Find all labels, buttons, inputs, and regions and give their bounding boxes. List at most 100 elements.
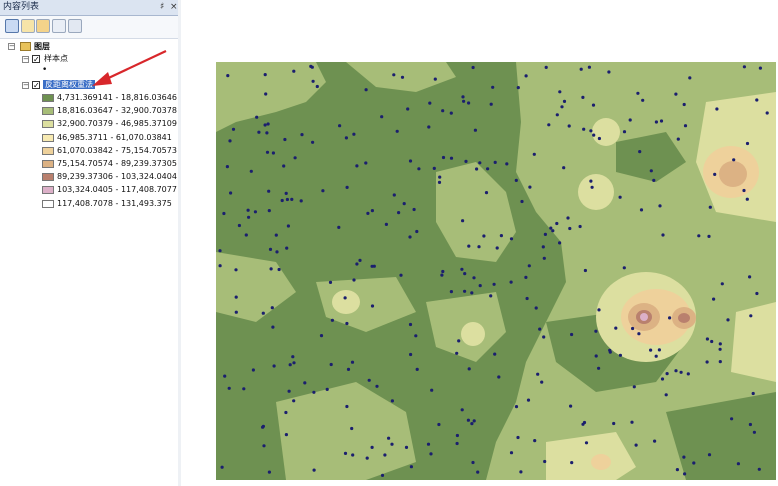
map-view[interactable]	[216, 62, 776, 480]
sample-point	[300, 133, 304, 137]
sample-point	[590, 185, 594, 189]
panel-splitter[interactable]	[178, 0, 181, 486]
sample-point	[492, 282, 496, 286]
sample-point	[540, 380, 544, 384]
sample-point	[516, 435, 520, 440]
sample-point	[578, 224, 582, 229]
layer-idw-label[interactable]: 反距离权重法	[43, 80, 95, 90]
sample-point	[751, 391, 755, 396]
sample-point	[654, 120, 658, 124]
sample-point	[467, 101, 471, 105]
sample-point	[293, 156, 297, 160]
legend-class-label-7: 89,239.37306 - 103,324.0404	[57, 172, 177, 182]
sample-point	[290, 197, 294, 201]
sample-point	[467, 367, 471, 371]
collapse-layer-sample-points-icon[interactable]: −	[22, 56, 29, 63]
legend-swatch-8[interactable]	[42, 186, 54, 195]
sample-point	[227, 386, 231, 390]
sample-point	[315, 84, 319, 89]
legend-swatch-3[interactable]	[42, 120, 54, 129]
sample-point	[579, 67, 583, 71]
sample-point	[449, 156, 454, 160]
sample-point	[261, 425, 265, 429]
sample-point	[365, 456, 369, 460]
layer-sample-points-checkbox[interactable]: ✓	[32, 55, 40, 64]
sample-point	[688, 76, 692, 80]
layer-idw-label-text[interactable]: 反距离权重法	[43, 80, 95, 89]
legend-swatch-7[interactable]	[42, 173, 54, 182]
pin-icon[interactable]: ♯	[160, 0, 164, 15]
sample-point	[265, 150, 270, 154]
sample-point	[272, 364, 276, 368]
sample-point	[343, 451, 348, 455]
sample-point	[247, 215, 251, 219]
sample-point	[486, 167, 490, 171]
sample-point	[283, 137, 287, 142]
list-by-source-icon[interactable]	[21, 19, 35, 33]
sample-point	[395, 129, 399, 133]
legend-swatch-6[interactable]	[42, 160, 54, 168]
sample-point	[352, 132, 356, 136]
sample-point	[697, 234, 701, 238]
sample-point	[472, 276, 476, 280]
sample-point	[654, 354, 658, 358]
sample-point	[534, 306, 538, 310]
sample-point	[544, 65, 548, 69]
sample-point	[364, 88, 368, 92]
sample-point	[257, 130, 261, 134]
sample-point	[632, 385, 636, 389]
sample-point	[404, 445, 409, 449]
sample-point	[493, 352, 497, 356]
collapse-root-icon[interactable]: −	[8, 43, 15, 50]
sample-point	[225, 165, 229, 169]
zone-yellow-b	[592, 118, 620, 146]
legend-swatch-5[interactable]	[42, 146, 54, 155]
sample-point	[587, 65, 591, 69]
sample-point	[491, 85, 495, 89]
sample-point	[392, 193, 396, 197]
sample-point	[351, 453, 355, 457]
collapse-layer-idw-icon[interactable]: −	[22, 82, 29, 89]
legend-swatch-2[interactable]	[42, 107, 54, 116]
sample-point	[429, 452, 433, 456]
sample-point	[461, 95, 465, 99]
sample-point	[285, 197, 289, 202]
sample-point	[455, 433, 459, 438]
legend-swatch-1[interactable]	[42, 94, 54, 102]
layer-sample-points-label[interactable]: 样本点	[44, 54, 68, 64]
sample-point	[560, 105, 564, 109]
sample-point	[412, 207, 416, 212]
sample-point	[428, 101, 432, 105]
sample-point	[471, 65, 475, 70]
legend-swatch-4[interactable]	[42, 133, 54, 142]
sample-point	[736, 462, 741, 466]
sample-point	[292, 361, 296, 365]
options-icon[interactable]	[68, 19, 82, 33]
sample-point	[745, 197, 749, 201]
sample-point	[470, 422, 474, 426]
sample-point	[223, 374, 227, 378]
sample-point	[581, 95, 585, 99]
sample-point	[622, 266, 626, 270]
sample-point	[467, 244, 471, 248]
close-icon[interactable]: ×	[170, 0, 178, 15]
list-by-selection-icon[interactable]	[52, 19, 66, 33]
sample-point	[555, 221, 559, 226]
sample-point	[220, 465, 224, 469]
peak-east-mid	[719, 161, 747, 187]
layer-idw-checkbox[interactable]: ✓	[32, 81, 40, 90]
sample-point	[675, 468, 679, 472]
sample-point	[218, 249, 222, 253]
sample-point	[364, 161, 368, 165]
legend-swatch-9[interactable]	[42, 199, 54, 208]
list-by-visibility-icon[interactable]	[36, 19, 50, 33]
list-by-drawing-order-icon[interactable]	[5, 19, 19, 33]
sample-point	[399, 273, 403, 277]
sample-point	[392, 73, 396, 77]
sample-point	[584, 441, 589, 445]
legend-class-label-5: 61,070.03842 - 75,154.70573	[57, 145, 177, 155]
sample-point	[543, 459, 547, 464]
sample-point	[692, 461, 696, 465]
sample-point	[282, 164, 286, 168]
sample-point	[400, 75, 405, 79]
